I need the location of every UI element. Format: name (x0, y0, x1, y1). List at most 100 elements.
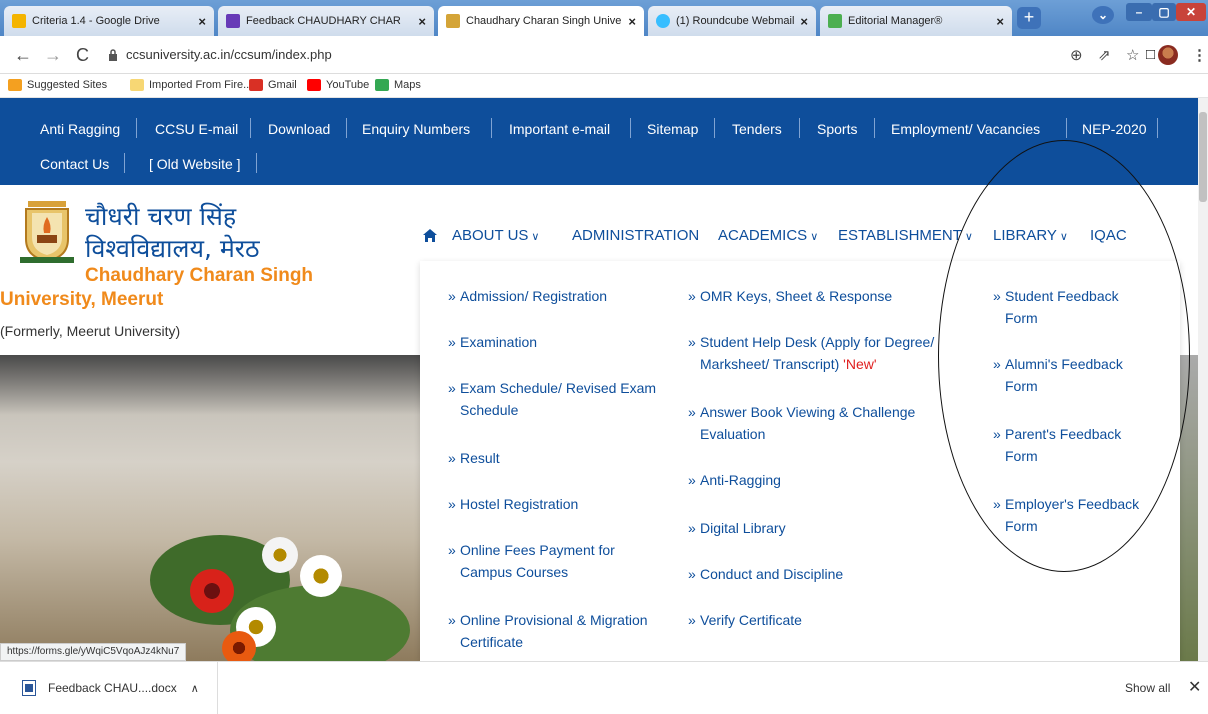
chevron-up-icon[interactable]: ∧ (191, 682, 199, 695)
download-bar: Feedback CHAU....docx ∧ Show all ✕ (0, 661, 1208, 714)
double-chevron-icon: » (688, 404, 696, 420)
bookmark-label: Imported From Fire... (149, 79, 253, 91)
tab-label: Chaudhary Charan Singh Unive (466, 15, 622, 27)
mainnav-academics[interactable]: ACADEMICS ∨ (718, 227, 818, 244)
double-chevron-icon: » (448, 496, 456, 512)
menu-exam-schedule[interactable]: » Exam Schedule/ Revised Exam Schedule (448, 377, 678, 421)
double-chevron-icon: » (688, 334, 696, 350)
close-icon[interactable]: ✕ (1188, 677, 1201, 697)
menu-answer-book-viewing[interactable]: » Answer Book Viewing & Challenge Evaluati… (688, 401, 968, 445)
tab-feedback-form[interactable]: Feedback CHAUDHARY CHAR × (218, 6, 434, 36)
menu-verify-certificate[interactable]: » Verify Certificate (688, 609, 968, 631)
menu-parent-feedback-form[interactable]: » Parent's Feedback Form (993, 423, 1173, 467)
mainnav-about-us[interactable]: ABOUT US ∨ (452, 227, 539, 244)
nav-divider (124, 153, 125, 173)
nav-tenders[interactable]: Tenders (732, 121, 782, 137)
tab-ccsu[interactable]: Chaudhary Charan Singh Unive × (438, 6, 644, 36)
bookmark-suggested-sites[interactable]: Suggested Sites (8, 79, 107, 91)
bookmark-star-icon[interactable]: ☆ (1126, 46, 1139, 64)
close-icon[interactable]: × (198, 14, 206, 29)
forward-icon[interactable]: → (44, 45, 62, 66)
nav-contact-us[interactable]: Contact Us (40, 156, 109, 172)
menu-anti-ragging[interactable]: » Anti-Ragging (688, 469, 968, 491)
close-icon[interactable]: × (418, 14, 426, 29)
close-icon[interactable]: × (628, 14, 636, 29)
maximize-button[interactable]: ▢ (1152, 3, 1176, 21)
share-icon[interactable]: ⇗ (1098, 46, 1111, 64)
nav-anti-ragging[interactable]: Anti Ragging (40, 121, 120, 137)
minimize-button[interactable]: – (1126, 3, 1152, 21)
bookmark-gmail[interactable]: Gmail (249, 79, 297, 91)
browser-tab-strip: Criteria 1.4 - Google Drive × Feedback C… (0, 0, 1208, 36)
download-item[interactable]: Feedback CHAU....docx ∧ (0, 662, 218, 714)
hero-shade (0, 355, 430, 415)
menu-admission-registration[interactable]: » Admission/ Registration (448, 285, 678, 307)
nav-sitemap[interactable]: Sitemap (647, 121, 698, 137)
tab-search-button[interactable]: ⌄ (1092, 6, 1114, 24)
menu-student-help-desk[interactable]: » Student Help Desk (Apply for Degree/Mar… (688, 331, 968, 375)
nav-employment[interactable]: Employment/ Vacancies (891, 121, 1040, 137)
close-icon[interactable]: × (800, 14, 808, 29)
bookmark-label: Maps (394, 79, 421, 91)
profile-avatar[interactable] (1158, 45, 1178, 65)
bookmark-imported[interactable]: Imported From Fire... (130, 79, 252, 91)
menu-provisional-migration[interactable]: » Online Provisional & Migration Certifica… (448, 609, 678, 653)
hero-flower (222, 631, 256, 661)
bookmark-maps[interactable]: Maps (375, 79, 421, 91)
browser-toolbar: ← → C ccsuniversity.ac.in/ccsum/index.ph… (0, 36, 1208, 74)
folder-icon (130, 79, 144, 91)
mainnav-label: IQAC (1090, 227, 1127, 244)
back-icon[interactable]: ← (14, 45, 32, 66)
nav-download[interactable]: Download (268, 121, 330, 137)
site-top-nav: Anti Ragging CCSU E-mail Download Enquir… (0, 98, 1198, 185)
tab-layout-icon[interactable]: □ (1146, 46, 1155, 63)
mainnav-library[interactable]: LIBRARY ∨ (993, 227, 1068, 244)
mainnav-administration[interactable]: ADMINISTRATION (572, 227, 699, 244)
nav-nep-2020[interactable]: NEP-2020 (1082, 121, 1147, 137)
menu-icon[interactable]: ⋮ (1192, 46, 1207, 64)
url-text: ccsuniversity.ac.in/ccsum/index.php (126, 47, 332, 62)
menu-result[interactable]: » Result (448, 447, 678, 469)
university-logo[interactable] (20, 199, 74, 265)
show-all-button[interactable]: Show all (1125, 681, 1170, 695)
brand-hindi-line2: विश्वविद्यालय, मेरठ (85, 234, 260, 263)
menu-examination[interactable]: » Examination (448, 331, 678, 353)
new-tab-button[interactable]: + (1017, 7, 1041, 29)
zoom-icon[interactable]: ⊕ (1070, 46, 1083, 64)
tab-editorial-manager[interactable]: Editorial Manager® × (820, 6, 1012, 36)
home-icon[interactable] (422, 228, 438, 243)
scrollbar-thumb[interactable] (1199, 112, 1207, 202)
double-chevron-icon: » (688, 612, 696, 628)
nav-ccsu-email[interactable]: CCSU E-mail (155, 121, 238, 137)
menu-alumni-feedback-form[interactable]: » Alumni's Feedback Form (993, 353, 1173, 397)
double-chevron-icon: » (688, 520, 696, 536)
address-bar[interactable]: ccsuniversity.ac.in/ccsum/index.php (108, 42, 1068, 68)
close-window-button[interactable]: ✕ (1176, 3, 1206, 21)
tab-roundcube[interactable]: (1) Roundcube Webmail :: Plea × (648, 6, 816, 36)
menu-conduct-discipline[interactable]: » Conduct and Discipline (688, 563, 968, 585)
menu-digital-library[interactable]: » Digital Library (688, 517, 968, 539)
menu-student-feedback-form[interactable]: » Student Feedback Form (993, 285, 1173, 329)
reload-icon[interactable]: C (76, 45, 89, 66)
double-chevron-icon: » (688, 566, 696, 582)
close-icon[interactable]: × (996, 14, 1004, 29)
editorial-manager-icon (828, 14, 842, 28)
tab-google-drive[interactable]: Criteria 1.4 - Google Drive × (4, 6, 214, 36)
mainnav-label: LIBRARY (993, 227, 1057, 244)
mainnav-iqac[interactable]: IQAC (1090, 227, 1127, 244)
nav-sports[interactable]: Sports (817, 121, 857, 137)
menu-omr-keys[interactable]: » OMR Keys, Sheet & Response (688, 285, 968, 307)
nav-enquiry-numbers[interactable]: Enquiry Numbers (362, 121, 470, 137)
tab-label: Editorial Manager® (848, 15, 943, 27)
nav-divider (714, 118, 715, 138)
nav-important-email[interactable]: Important e-mail (509, 121, 610, 137)
nav-old-website[interactable]: [ Old Website ] (149, 156, 241, 172)
menu-online-fees-payment[interactable]: » Online Fees Payment for Campus Courses (448, 539, 678, 583)
menu-hostel-registration[interactable]: » Hostel Registration (448, 493, 678, 515)
bookmark-label: Suggested Sites (27, 79, 108, 91)
bookmark-youtube[interactable]: YouTube (307, 79, 369, 91)
mainnav-establishment[interactable]: ESTABLISHMENT ∨ (838, 227, 973, 244)
double-chevron-icon: » (688, 288, 696, 304)
menu-employer-feedback-form[interactable]: » Employer's Feedback Form (993, 493, 1173, 537)
page-scrollbar[interactable] (1198, 98, 1208, 661)
